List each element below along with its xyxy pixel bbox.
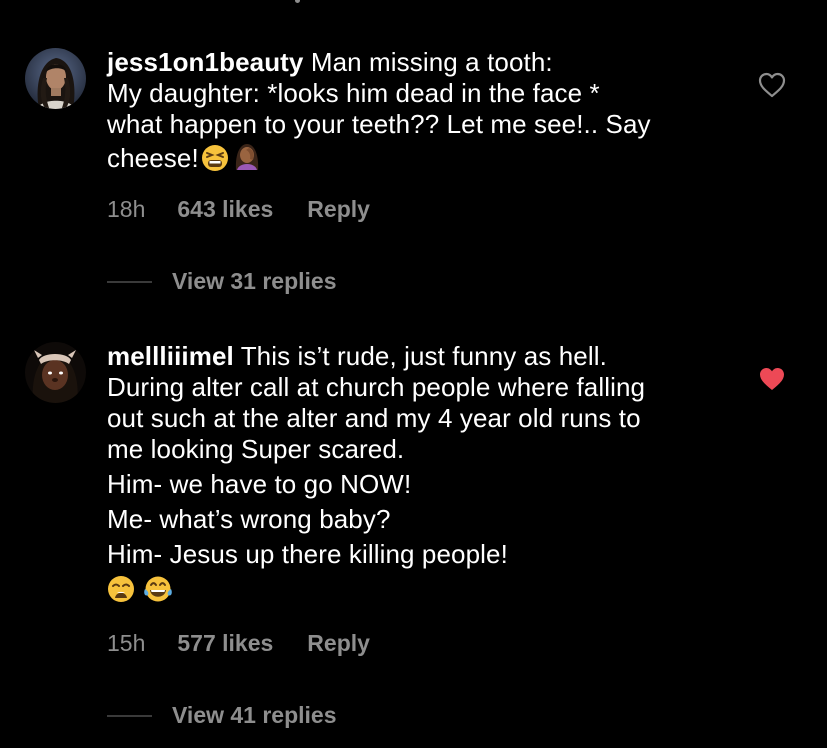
comment-line: Me- what’s wrong baby? (107, 504, 391, 534)
comment-line: Him- we have to go NOW! (107, 469, 412, 499)
weary-face-emoji (107, 575, 135, 610)
woman-facepalming-emoji (231, 140, 263, 179)
view-replies-label[interactable]: View 41 replies (172, 702, 337, 729)
comment-line: out such at the alter and my 4 year old … (107, 403, 641, 433)
comment-line: My daughter: *looks him dead in the face… (107, 78, 600, 108)
view-replies-label[interactable]: View 31 replies (172, 268, 337, 295)
comment-text: mellliiimel This is’t rude, just funny a… (107, 341, 727, 610)
replies-divider (107, 280, 152, 283)
reply-button[interactable]: Reply (307, 630, 370, 657)
comment-meta: 18h 643 likes Reply (107, 196, 370, 223)
heart-filled-icon[interactable] (758, 366, 786, 392)
comment-time: 18h (107, 196, 146, 222)
comment-line: me looking Super scared. (107, 434, 405, 464)
tears-of-joy-emoji (143, 575, 173, 610)
comment-line: what happen to your teeth?? Let me see!.… (107, 109, 651, 139)
comment-line: Him- Jesus up there killing people! (107, 539, 508, 569)
comment-meta: 15h 577 likes Reply (107, 630, 370, 657)
view-replies-button[interactable]: View 31 replies (107, 268, 337, 295)
replies-divider (107, 714, 152, 717)
scroll-dot (295, 0, 300, 3)
likes-count[interactable]: 577 likes (177, 630, 273, 657)
comment-line: During alter call at church people where… (107, 372, 646, 402)
view-replies-button[interactable]: View 41 replies (107, 702, 337, 729)
comment-username[interactable]: jess1on1beauty (107, 47, 304, 77)
comment-line: This is’t rude, just funny as hell. (240, 341, 607, 371)
heart-outline-icon[interactable] (758, 72, 786, 98)
comment-username[interactable]: mellliiimel (107, 341, 234, 371)
avatar[interactable] (25, 342, 86, 403)
likes-count[interactable]: 643 likes (177, 196, 273, 223)
avatar[interactable] (25, 48, 86, 109)
reply-button[interactable]: Reply (307, 196, 370, 223)
comment-text: jess1on1beauty Man missing a tooth: My d… (107, 47, 727, 179)
comment-line: cheese! (107, 143, 199, 173)
comment-time: 15h (107, 630, 146, 656)
tired-face-emoji (201, 144, 229, 179)
comment-line: Man missing a tooth: (310, 47, 553, 77)
